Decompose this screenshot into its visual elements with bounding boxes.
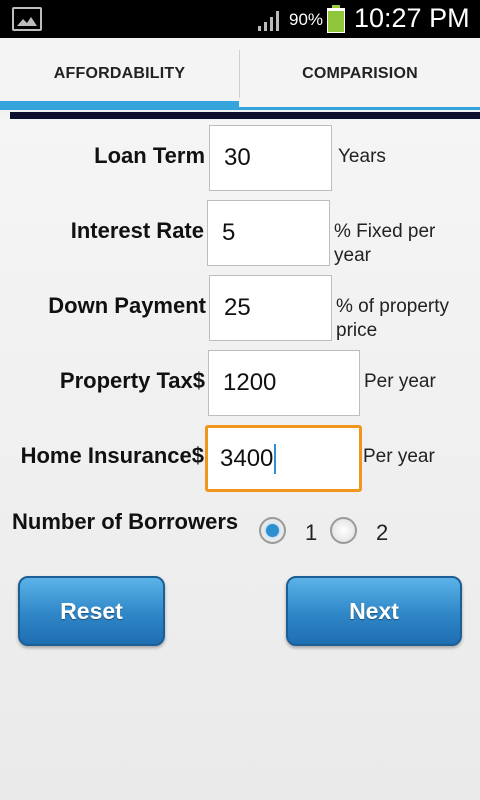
loan-term-value: 30 (224, 144, 251, 171)
down-payment-input[interactable]: 25 (209, 275, 332, 341)
clock: 10:27 PM (354, 3, 470, 33)
interest-rate-label: Interest Rate (70, 218, 204, 243)
property-tax-unit: Per year (364, 371, 436, 392)
borrowers-option-1-label[interactable]: 1 (305, 520, 317, 546)
battery-icon (327, 5, 345, 33)
down-payment-unit-line1: % of property (336, 296, 449, 317)
loan-term-input[interactable]: 30 (209, 125, 332, 191)
borrowers-option-2-label[interactable]: 2 (376, 520, 388, 546)
home-insurance-label: Home Insurance$ (20, 443, 204, 468)
home-insurance-unit: Per year (363, 446, 435, 467)
reset-button[interactable]: Reset (18, 576, 165, 646)
down-payment-unit-line2: price (336, 320, 378, 341)
next-button[interactable]: Next (286, 576, 462, 646)
text-cursor (274, 443, 277, 474)
interest-rate-unit-line2: year (334, 245, 371, 266)
interest-rate-unit-line1: % Fixed per (334, 221, 436, 242)
battery-percent: 90% (289, 10, 324, 29)
property-tax-value: 1200 (223, 369, 277, 396)
down-payment-unit: % of property price (336, 295, 449, 343)
tab-baseline (239, 107, 480, 110)
interest-rate-unit: % Fixed per year (334, 220, 435, 268)
down-payment-label: Down Payment (48, 293, 206, 318)
status-bar: 90% 10:27 PM (0, 0, 480, 38)
loan-term-label: Loan Term (94, 143, 205, 168)
signal-icon (258, 11, 279, 31)
tab-affordability[interactable]: AFFORDABILITY (0, 38, 239, 110)
loan-term-unit: Years (338, 146, 386, 167)
tab-bar: AFFORDABILITY COMPARISION (0, 38, 480, 110)
borrowers-radio-2[interactable] (330, 517, 357, 544)
image-notification-icon (12, 7, 42, 31)
borrowers-radio-1[interactable] (259, 517, 286, 544)
interest-rate-value: 5 (222, 219, 236, 246)
down-payment-value: 25 (224, 294, 251, 321)
header-divider (10, 112, 480, 119)
property-tax-input[interactable]: 1200 (208, 350, 360, 416)
selected-tab-indicator (0, 101, 239, 110)
home-insurance-value: 3400 (220, 444, 274, 472)
interest-rate-input[interactable]: 5 (207, 200, 330, 266)
property-tax-label: Property Tax$ (59, 368, 205, 393)
tab-comparison[interactable]: COMPARISION (240, 38, 480, 110)
borrowers-label: Number of Borrowers (12, 509, 239, 534)
home-insurance-input[interactable]: 3400 (205, 425, 362, 492)
